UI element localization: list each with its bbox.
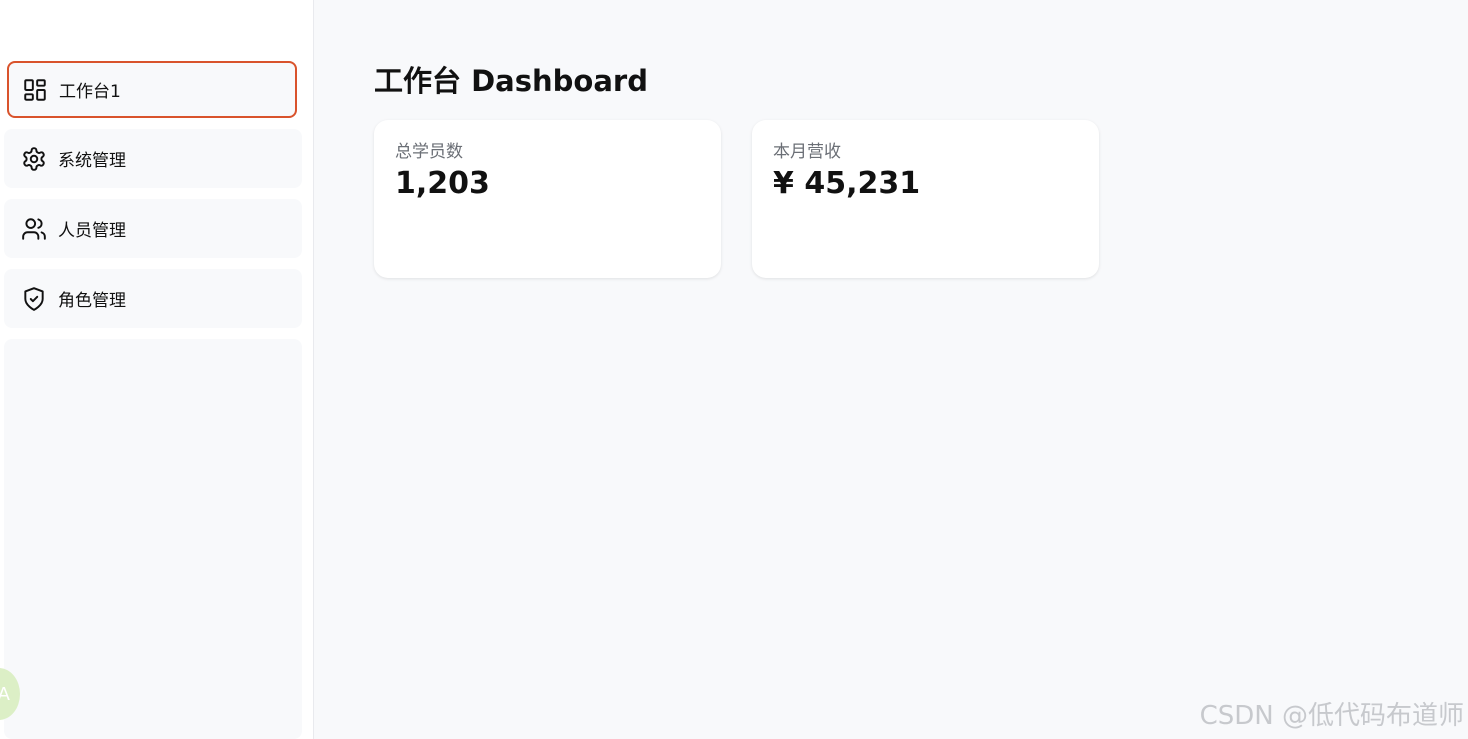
gear-icon [20,145,48,173]
sidebar-item-system-management[interactable]: 系统管理 [4,129,302,188]
shield-check-icon [20,285,48,313]
main-content: 工作台 Dashboard 总学员数 1,203 本月营收 ¥ 45,231 [315,0,1468,739]
sidebar-item-role-management[interactable]: 角色管理 [4,269,302,328]
dashboard-grid-icon [21,76,49,104]
sidebar: 工作台1 系统管理 人员管理 角色管理 [0,0,314,739]
sidebar-item-label: 工作台1 [59,82,121,102]
stat-card-label: 总学员数 [395,142,463,162]
stat-card-value: ¥ 45,231 [773,166,921,201]
users-icon [20,215,48,243]
stat-card-label: 本月营收 [773,142,841,162]
sidebar-item-label: 角色管理 [58,291,126,311]
sidebar-item-label: 人员管理 [58,221,126,241]
stat-card-total-students: 总学员数 1,203 [374,120,721,278]
floating-badge-label: A [0,683,10,705]
page-title: 工作台 Dashboard [374,64,648,98]
sidebar-item-label: 系统管理 [58,151,126,171]
watermark: CSDN @低代码布道师 [1199,701,1464,731]
sidebar-item-dashboard[interactable]: 工作台1 [7,61,297,118]
sidebar-item-people-management[interactable]: 人员管理 [4,199,302,258]
stat-card-monthly-revenue: 本月营收 ¥ 45,231 [752,120,1099,278]
sidebar-empty-area [4,339,302,739]
app-root: 工作台1 系统管理 人员管理 角色管理 A 工作台 Dashboard 总学员数… [0,0,1468,739]
stat-card-value: 1,203 [395,166,490,201]
